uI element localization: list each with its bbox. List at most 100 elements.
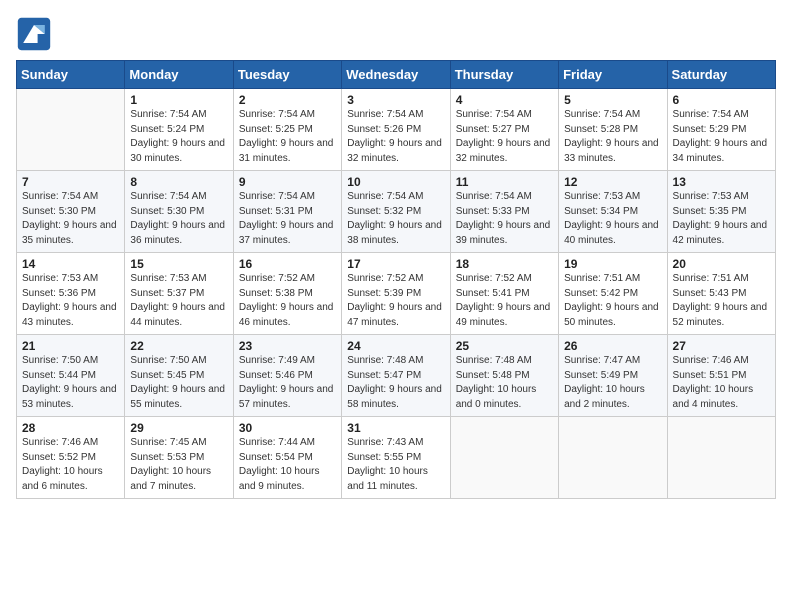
day-info: Sunrise: 7:54 AMSunset: 5:31 PMDaylight:… [239, 190, 336, 248]
calendar-cell: 17Sunrise: 7:52 AMSunset: 5:39 PMDayligh… [342, 253, 450, 335]
calendar-cell: 5Sunrise: 7:54 AMSunset: 5:28 PMDaylight… [559, 89, 667, 171]
page-container: SundayMondayTuesdayWednesdayThursdayFrid… [0, 0, 792, 509]
day-info: Sunrise: 7:45 AMSunset: 5:53 PMDaylight:… [130, 436, 227, 494]
calendar-cell: 21Sunrise: 7:50 AMSunset: 5:44 PMDayligh… [17, 335, 125, 417]
day-info: Sunrise: 7:54 AMSunset: 5:24 PMDaylight:… [130, 108, 227, 166]
column-header-saturday: Saturday [667, 61, 775, 89]
day-number: 12 [564, 175, 661, 189]
column-header-sunday: Sunday [17, 61, 125, 89]
calendar-cell: 29Sunrise: 7:45 AMSunset: 5:53 PMDayligh… [125, 417, 233, 499]
day-info: Sunrise: 7:52 AMSunset: 5:39 PMDaylight:… [347, 272, 444, 330]
day-number: 27 [673, 339, 770, 353]
day-info: Sunrise: 7:54 AMSunset: 5:25 PMDaylight:… [239, 108, 336, 166]
calendar-cell: 10Sunrise: 7:54 AMSunset: 5:32 PMDayligh… [342, 171, 450, 253]
day-info: Sunrise: 7:51 AMSunset: 5:43 PMDaylight:… [673, 272, 770, 330]
day-number: 16 [239, 257, 336, 271]
column-header-monday: Monday [125, 61, 233, 89]
calendar-cell: 6Sunrise: 7:54 AMSunset: 5:29 PMDaylight… [667, 89, 775, 171]
day-info: Sunrise: 7:52 AMSunset: 5:41 PMDaylight:… [456, 272, 553, 330]
calendar-cell [667, 417, 775, 499]
day-number: 22 [130, 339, 227, 353]
day-info: Sunrise: 7:51 AMSunset: 5:42 PMDaylight:… [564, 272, 661, 330]
day-number: 7 [22, 175, 119, 189]
day-info: Sunrise: 7:54 AMSunset: 5:30 PMDaylight:… [130, 190, 227, 248]
calendar-cell: 7Sunrise: 7:54 AMSunset: 5:30 PMDaylight… [17, 171, 125, 253]
column-header-wednesday: Wednesday [342, 61, 450, 89]
day-info: Sunrise: 7:54 AMSunset: 5:26 PMDaylight:… [347, 108, 444, 166]
day-number: 18 [456, 257, 553, 271]
calendar-cell: 30Sunrise: 7:44 AMSunset: 5:54 PMDayligh… [233, 417, 341, 499]
calendar-cell: 2Sunrise: 7:54 AMSunset: 5:25 PMDaylight… [233, 89, 341, 171]
week-row-4: 21Sunrise: 7:50 AMSunset: 5:44 PMDayligh… [17, 335, 776, 417]
calendar-cell: 24Sunrise: 7:48 AMSunset: 5:47 PMDayligh… [342, 335, 450, 417]
day-number: 26 [564, 339, 661, 353]
day-number: 19 [564, 257, 661, 271]
calendar-cell [559, 417, 667, 499]
calendar-cell: 23Sunrise: 7:49 AMSunset: 5:46 PMDayligh… [233, 335, 341, 417]
calendar-cell: 22Sunrise: 7:50 AMSunset: 5:45 PMDayligh… [125, 335, 233, 417]
day-number: 17 [347, 257, 444, 271]
day-number: 2 [239, 93, 336, 107]
calendar-cell [17, 89, 125, 171]
day-info: Sunrise: 7:54 AMSunset: 5:30 PMDaylight:… [22, 190, 119, 248]
calendar-cell: 28Sunrise: 7:46 AMSunset: 5:52 PMDayligh… [17, 417, 125, 499]
calendar-cell: 19Sunrise: 7:51 AMSunset: 5:42 PMDayligh… [559, 253, 667, 335]
calendar-cell: 16Sunrise: 7:52 AMSunset: 5:38 PMDayligh… [233, 253, 341, 335]
day-info: Sunrise: 7:54 AMSunset: 5:32 PMDaylight:… [347, 190, 444, 248]
day-number: 20 [673, 257, 770, 271]
day-info: Sunrise: 7:49 AMSunset: 5:46 PMDaylight:… [239, 354, 336, 412]
calendar-cell: 18Sunrise: 7:52 AMSunset: 5:41 PMDayligh… [450, 253, 558, 335]
day-info: Sunrise: 7:44 AMSunset: 5:54 PMDaylight:… [239, 436, 336, 494]
day-info: Sunrise: 7:43 AMSunset: 5:55 PMDaylight:… [347, 436, 444, 494]
day-info: Sunrise: 7:53 AMSunset: 5:37 PMDaylight:… [130, 272, 227, 330]
logo-icon [16, 16, 52, 52]
calendar-cell: 26Sunrise: 7:47 AMSunset: 5:49 PMDayligh… [559, 335, 667, 417]
column-header-friday: Friday [559, 61, 667, 89]
day-info: Sunrise: 7:48 AMSunset: 5:47 PMDaylight:… [347, 354, 444, 412]
day-number: 31 [347, 421, 444, 435]
day-number: 5 [564, 93, 661, 107]
calendar-cell [450, 417, 558, 499]
day-number: 28 [22, 421, 119, 435]
day-info: Sunrise: 7:54 AMSunset: 5:28 PMDaylight:… [564, 108, 661, 166]
week-row-3: 14Sunrise: 7:53 AMSunset: 5:36 PMDayligh… [17, 253, 776, 335]
day-number: 13 [673, 175, 770, 189]
day-number: 25 [456, 339, 553, 353]
calendar-cell: 14Sunrise: 7:53 AMSunset: 5:36 PMDayligh… [17, 253, 125, 335]
day-info: Sunrise: 7:50 AMSunset: 5:45 PMDaylight:… [130, 354, 227, 412]
day-number: 1 [130, 93, 227, 107]
column-header-thursday: Thursday [450, 61, 558, 89]
calendar-table: SundayMondayTuesdayWednesdayThursdayFrid… [16, 60, 776, 499]
day-info: Sunrise: 7:52 AMSunset: 5:38 PMDaylight:… [239, 272, 336, 330]
week-row-2: 7Sunrise: 7:54 AMSunset: 5:30 PMDaylight… [17, 171, 776, 253]
day-number: 10 [347, 175, 444, 189]
day-info: Sunrise: 7:46 AMSunset: 5:51 PMDaylight:… [673, 354, 770, 412]
logo [16, 16, 58, 52]
day-number: 23 [239, 339, 336, 353]
day-number: 8 [130, 175, 227, 189]
calendar-cell: 31Sunrise: 7:43 AMSunset: 5:55 PMDayligh… [342, 417, 450, 499]
week-row-5: 28Sunrise: 7:46 AMSunset: 5:52 PMDayligh… [17, 417, 776, 499]
calendar-cell: 27Sunrise: 7:46 AMSunset: 5:51 PMDayligh… [667, 335, 775, 417]
day-info: Sunrise: 7:54 AMSunset: 5:33 PMDaylight:… [456, 190, 553, 248]
header [16, 16, 776, 52]
day-number: 3 [347, 93, 444, 107]
day-number: 30 [239, 421, 336, 435]
day-number: 29 [130, 421, 227, 435]
day-info: Sunrise: 7:48 AMSunset: 5:48 PMDaylight:… [456, 354, 553, 412]
day-info: Sunrise: 7:54 AMSunset: 5:29 PMDaylight:… [673, 108, 770, 166]
column-header-tuesday: Tuesday [233, 61, 341, 89]
day-number: 24 [347, 339, 444, 353]
calendar-cell: 15Sunrise: 7:53 AMSunset: 5:37 PMDayligh… [125, 253, 233, 335]
day-info: Sunrise: 7:47 AMSunset: 5:49 PMDaylight:… [564, 354, 661, 412]
day-info: Sunrise: 7:54 AMSunset: 5:27 PMDaylight:… [456, 108, 553, 166]
calendar-cell: 25Sunrise: 7:48 AMSunset: 5:48 PMDayligh… [450, 335, 558, 417]
week-row-1: 1Sunrise: 7:54 AMSunset: 5:24 PMDaylight… [17, 89, 776, 171]
day-number: 21 [22, 339, 119, 353]
calendar-cell: 4Sunrise: 7:54 AMSunset: 5:27 PMDaylight… [450, 89, 558, 171]
calendar-header-row: SundayMondayTuesdayWednesdayThursdayFrid… [17, 61, 776, 89]
calendar-cell: 12Sunrise: 7:53 AMSunset: 5:34 PMDayligh… [559, 171, 667, 253]
calendar-cell: 1Sunrise: 7:54 AMSunset: 5:24 PMDaylight… [125, 89, 233, 171]
day-info: Sunrise: 7:50 AMSunset: 5:44 PMDaylight:… [22, 354, 119, 412]
calendar-cell: 9Sunrise: 7:54 AMSunset: 5:31 PMDaylight… [233, 171, 341, 253]
